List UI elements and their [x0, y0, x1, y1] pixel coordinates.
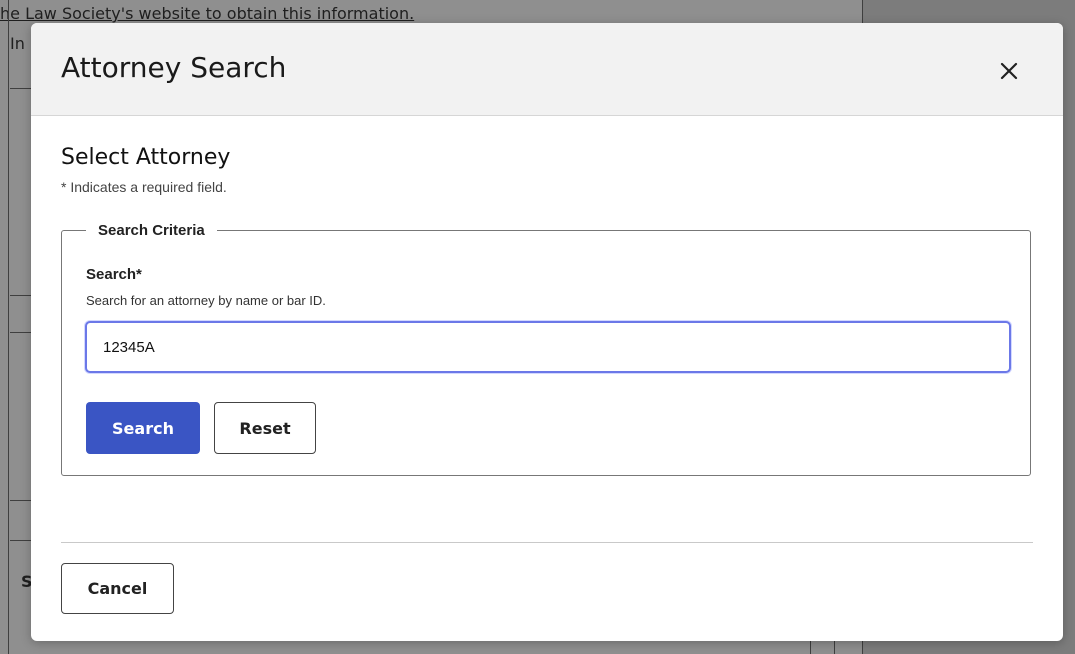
background-text-snippet: he Law Society's website to obtain this …: [0, 4, 414, 23]
background-border: [810, 640, 811, 654]
search-label: Search*: [86, 266, 142, 283]
background-text-fragment: In: [10, 34, 25, 53]
search-button[interactable]: Search: [86, 402, 200, 454]
background-border: [8, 0, 9, 654]
attorney-search-dialog: Attorney Search Select Attorney * Indica…: [31, 23, 1063, 641]
section-title: Select Attorney: [61, 145, 231, 170]
close-button[interactable]: [989, 51, 1029, 91]
close-icon: [1000, 62, 1018, 80]
background-border: [834, 640, 835, 654]
background-divider: [10, 500, 32, 501]
dialog-header: Attorney Search: [31, 23, 1063, 116]
dialog-title: Attorney Search: [61, 51, 287, 84]
background-divider: [10, 332, 32, 333]
background-divider: [10, 540, 32, 541]
search-criteria-legend: Search Criteria: [98, 222, 205, 239]
reset-button[interactable]: Reset: [214, 402, 316, 454]
background-link: he Law Society's website to obtain this …: [0, 4, 415, 23]
search-help-text: Search for an attorney by name or bar ID…: [86, 293, 326, 308]
required-field-note: * Indicates a required field.: [61, 179, 227, 195]
footer-divider: [61, 542, 1033, 543]
background-divider: [10, 295, 32, 296]
cancel-button[interactable]: Cancel: [61, 563, 174, 614]
search-input[interactable]: [85, 321, 1011, 373]
background-divider: [10, 88, 32, 89]
